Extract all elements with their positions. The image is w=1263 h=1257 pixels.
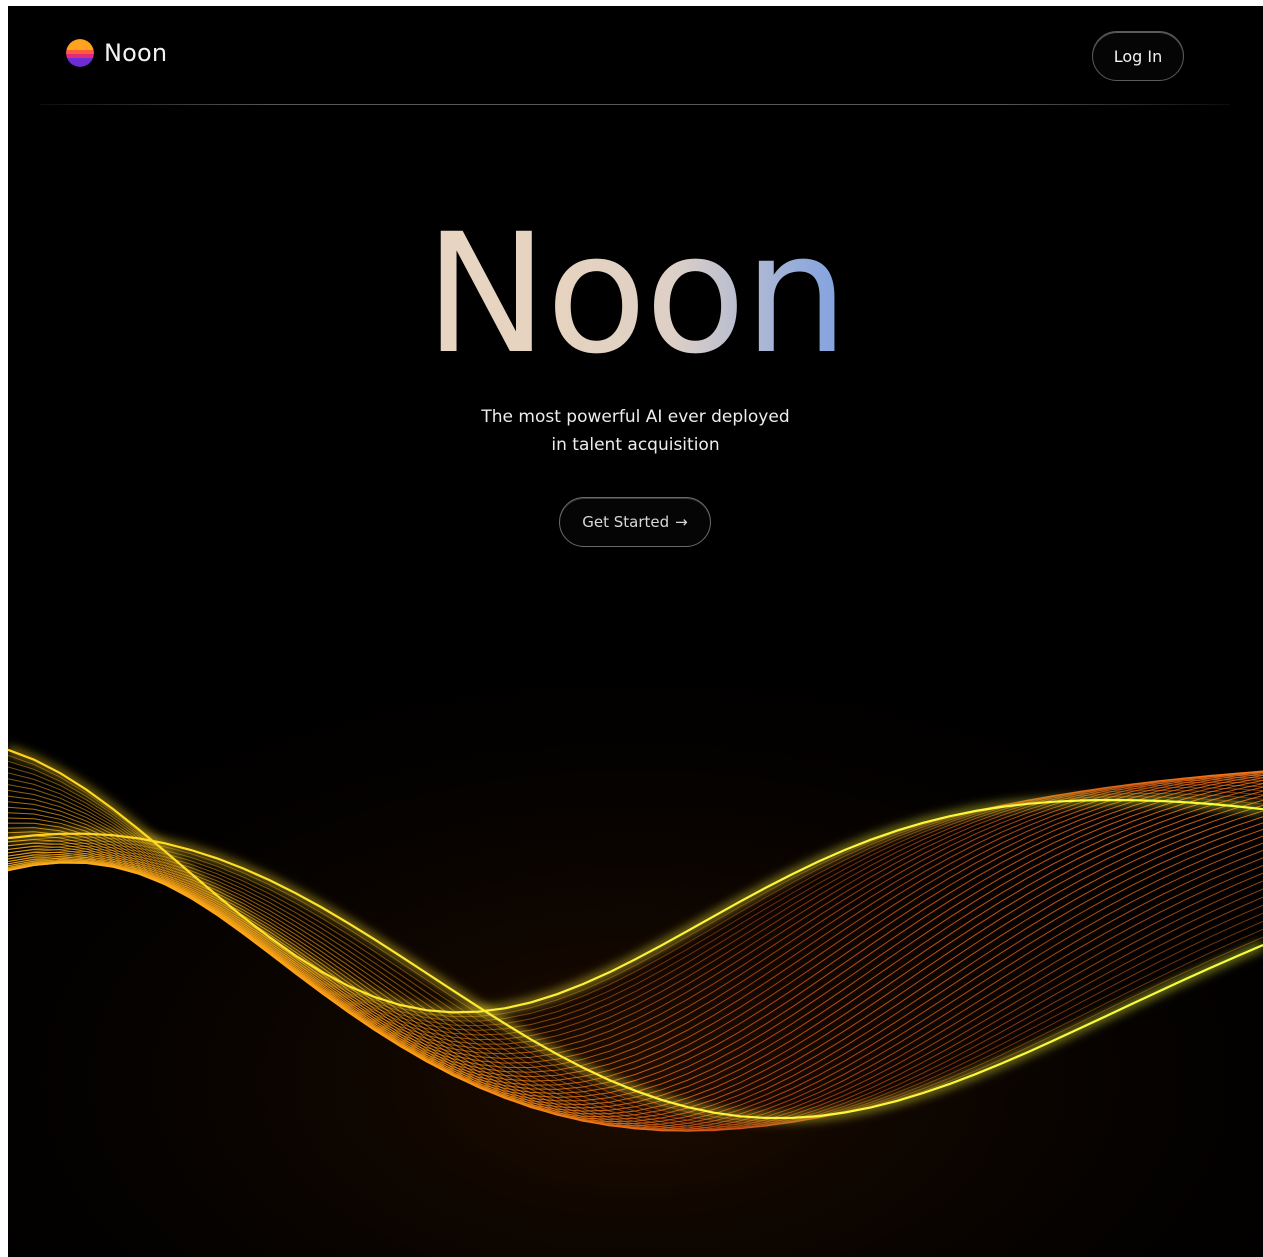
hero-tagline: The most powerful AI ever deployed in ta…: [8, 403, 1263, 459]
arrow-right-icon: →: [675, 513, 688, 531]
sunset-logo-icon: [66, 39, 94, 67]
tagline-line-1: The most powerful AI ever deployed: [481, 407, 790, 427]
header-divider: [40, 104, 1230, 105]
get-started-button[interactable]: Get Started →: [559, 497, 711, 547]
page-frame: Noon Log In Noon The most powerful AI ev…: [8, 6, 1263, 1257]
tagline-line-2: in talent acquisition: [551, 435, 720, 455]
hero-title: Noon: [8, 204, 1263, 384]
login-button[interactable]: Log In: [1092, 31, 1184, 81]
brand-name: Noon: [104, 39, 168, 67]
wave-background-graphic: [8, 546, 1263, 1257]
brand-home-link[interactable]: Noon: [66, 39, 167, 67]
get-started-label: Get Started: [582, 513, 670, 531]
site-header: Noon Log In: [8, 6, 1263, 104]
